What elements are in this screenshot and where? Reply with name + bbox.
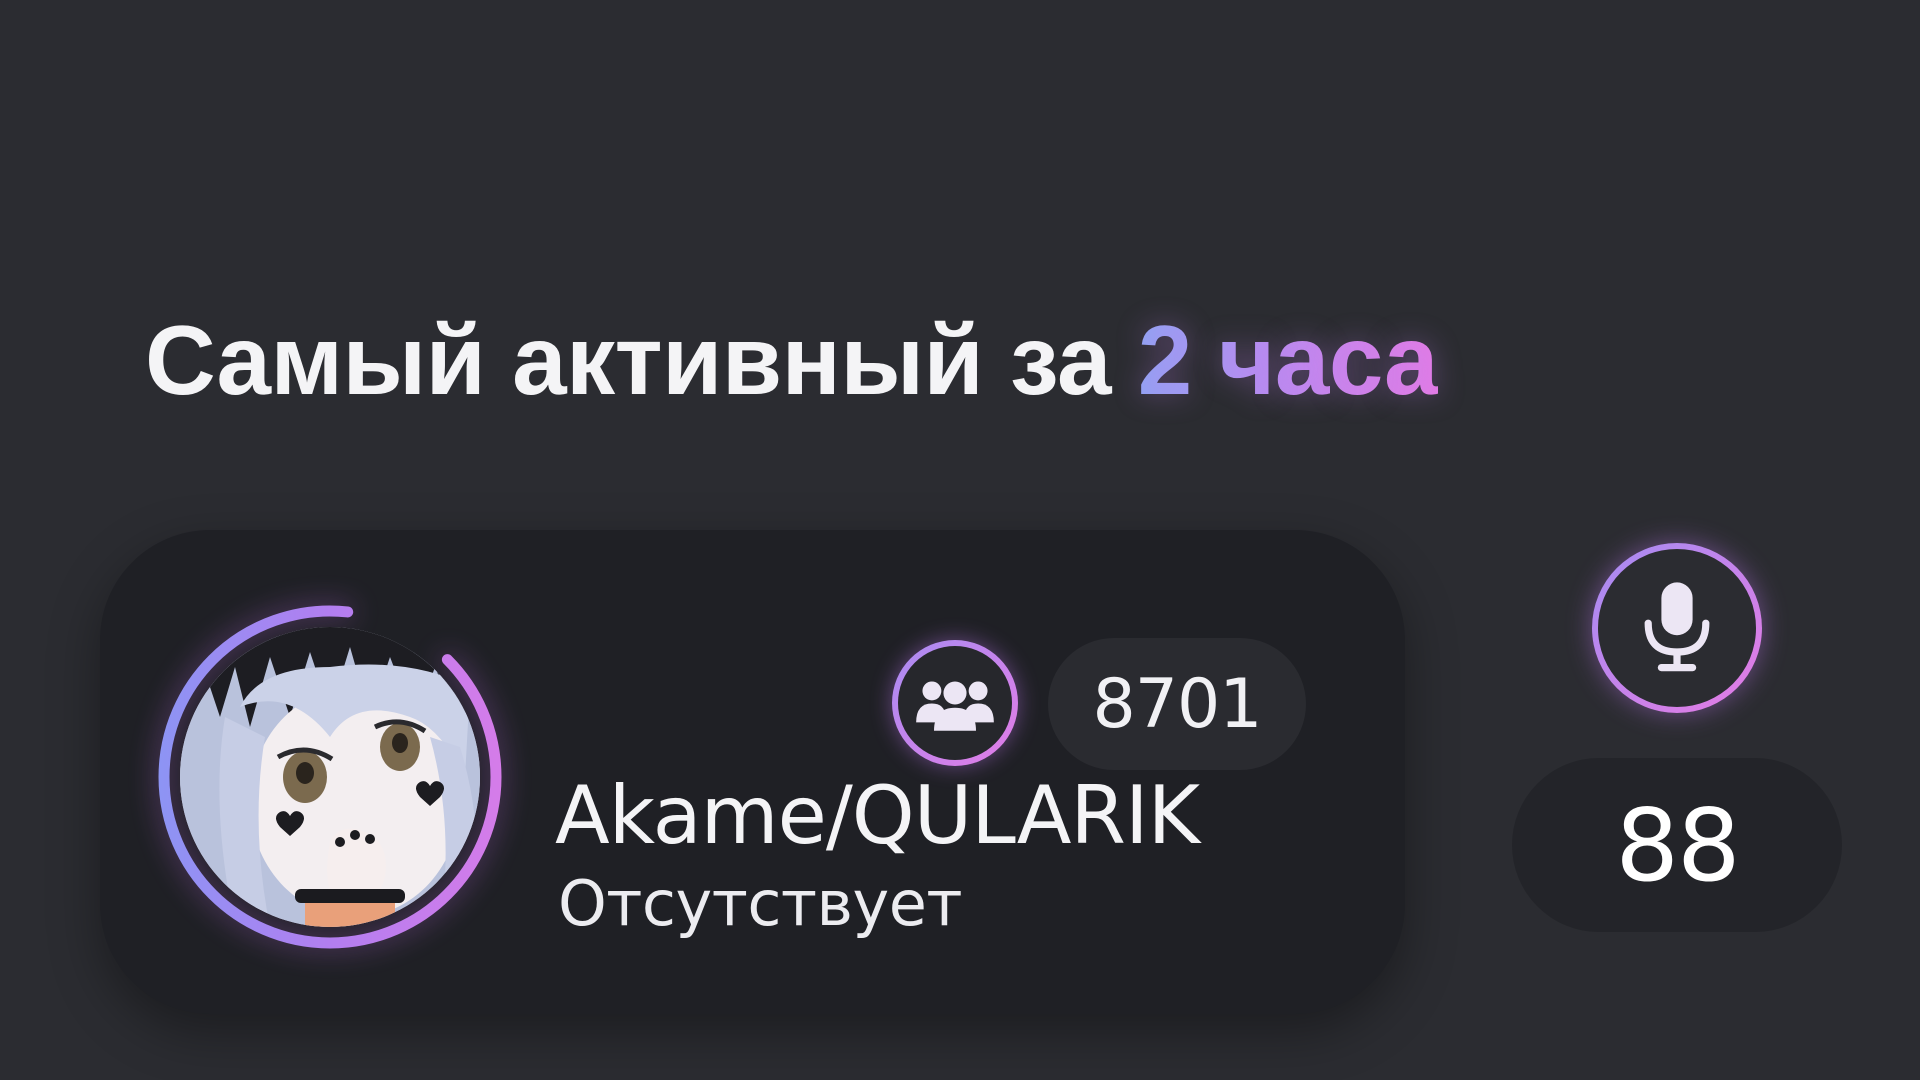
members-button[interactable] bbox=[892, 640, 1018, 766]
avatar[interactable] bbox=[155, 602, 505, 952]
anime-avatar-icon bbox=[180, 627, 480, 927]
avatar-image bbox=[180, 627, 480, 927]
user-status: Отсутствует bbox=[558, 867, 963, 940]
microphone-icon bbox=[1644, 582, 1710, 672]
people-group-icon bbox=[916, 680, 994, 731]
microphone-button[interactable] bbox=[1592, 543, 1762, 713]
voice-count: 88 bbox=[1512, 758, 1842, 932]
members-count: 8701 bbox=[1048, 638, 1306, 770]
user-card[interactable]: 8701 Akame/QULARIK Отсутствует bbox=[100, 530, 1405, 1014]
username: Akame/QULARIK bbox=[555, 769, 1200, 862]
title-text: Самый активный за bbox=[145, 305, 1138, 415]
title-accent: 2 часа bbox=[1137, 305, 1439, 415]
page-title: Самый активный за 2 часа bbox=[145, 300, 1439, 420]
